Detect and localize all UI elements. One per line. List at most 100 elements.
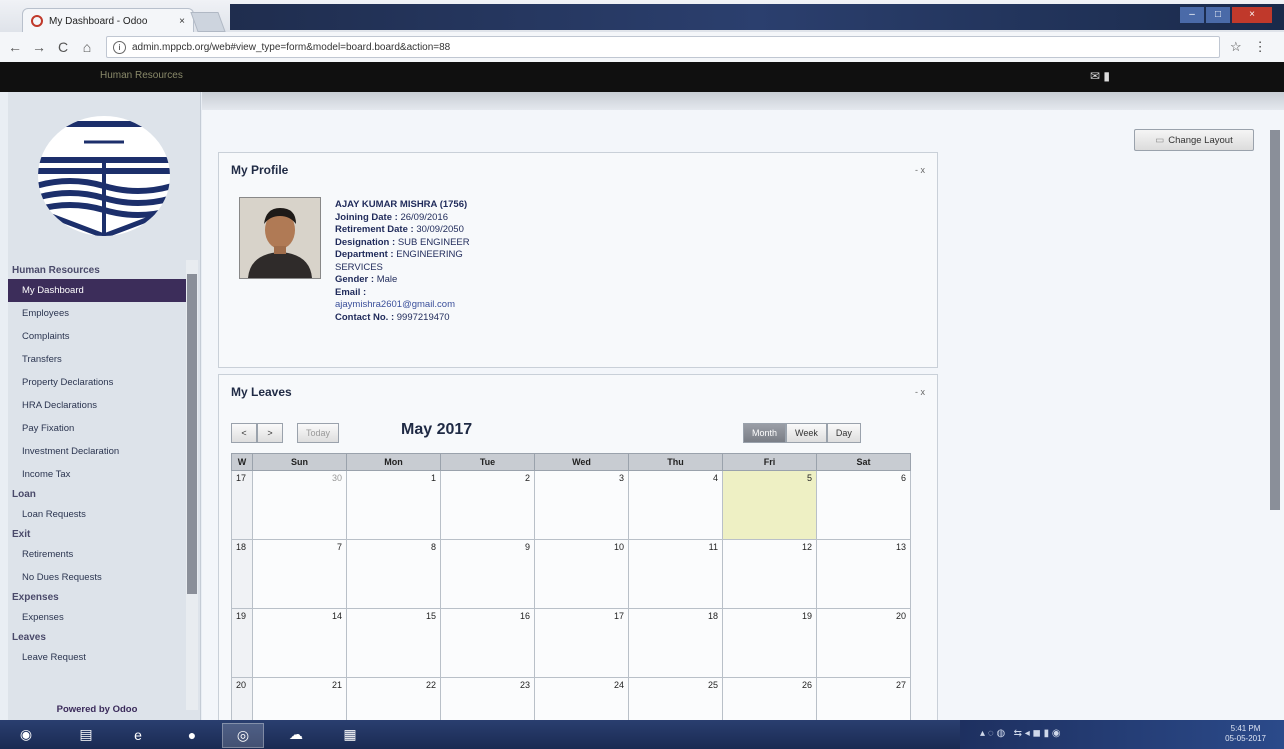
- calculator-icon[interactable]: ▦: [330, 723, 370, 746]
- sidebar-scrollbar[interactable]: [186, 260, 198, 710]
- home-icon[interactable]: ⌂: [78, 39, 96, 55]
- chrome-icon[interactable]: ◎: [222, 723, 264, 748]
- bookmark-star-icon[interactable]: ☆: [1230, 39, 1242, 55]
- calendar-day-cell[interactable]: 11: [628, 539, 723, 609]
- firefox-icon[interactable]: ●: [172, 723, 212, 746]
- calendar-day-cell[interactable]: 8: [346, 539, 441, 609]
- powered-by-odoo[interactable]: Powered by Odoo: [8, 704, 186, 715]
- back-icon[interactable]: ←: [6, 39, 24, 55]
- calendar-day-cell[interactable]: 16: [440, 608, 535, 678]
- sidebar-item-complaints[interactable]: Complaints: [8, 325, 186, 348]
- sidebar-item-retirements[interactable]: Retirements: [8, 543, 186, 566]
- main-scrollbar[interactable]: [1268, 120, 1282, 520]
- main-content: ▭ Change Layout My Profile - x AJAY KUMA…: [202, 92, 1284, 726]
- employee-photo: [239, 197, 321, 279]
- calendar-day-cell-today[interactable]: 5: [722, 470, 817, 540]
- my-profile-panel: My Profile - x AJAY KUMAR MISHRA (1756) …: [218, 152, 938, 368]
- close-window-icon[interactable]: ×: [1232, 7, 1272, 23]
- view-week-button[interactable]: Week: [786, 423, 827, 443]
- site-info-icon[interactable]: i: [113, 40, 126, 54]
- top-menu-human-resources[interactable]: Human Resources: [100, 70, 183, 81]
- sidebar-item-my-dashboard[interactable]: My Dashboard: [8, 279, 186, 302]
- calendar-day-cell[interactable]: 1: [346, 470, 441, 540]
- forward-icon[interactable]: →: [30, 39, 48, 55]
- calendar-day-cell[interactable]: 10: [534, 539, 629, 609]
- my-profile-title: My Profile: [231, 163, 289, 177]
- sidebar-item-hra-declarations[interactable]: HRA Declarations: [8, 394, 186, 417]
- sidebar-scrollbar-thumb[interactable]: [187, 274, 197, 594]
- calendar-day-cell[interactable]: 6: [816, 470, 911, 540]
- calendar-day-cell[interactable]: 3: [534, 470, 629, 540]
- calendar-day-cell[interactable]: 7: [252, 539, 347, 609]
- panel-controls[interactable]: - x: [915, 165, 925, 175]
- calendar-day-cell[interactable]: 19: [722, 608, 817, 678]
- sidebar-item-transfers[interactable]: Transfers: [8, 348, 186, 371]
- calendar-day-cell[interactable]: 17: [534, 608, 629, 678]
- calendar-day-cell[interactable]: 26: [722, 677, 817, 723]
- internet-explorer-icon[interactable]: e: [118, 723, 158, 746]
- day-header-wed: Wed: [534, 453, 629, 471]
- calendar-day-cell[interactable]: 25: [628, 677, 723, 723]
- browser-tab[interactable]: My Dashboard - Odoo ×: [22, 8, 194, 33]
- network-app-icon[interactable]: ☁: [276, 723, 316, 746]
- sidebar-section-human-resources: Human Resources: [12, 265, 100, 276]
- main-scrollbar-thumb[interactable]: [1270, 130, 1280, 510]
- calendar-day-cell[interactable]: 18: [628, 608, 723, 678]
- prev-month-button[interactable]: <: [231, 423, 257, 443]
- start-button-icon[interactable]: ◉: [6, 723, 46, 746]
- today-button[interactable]: Today: [297, 423, 339, 443]
- new-tab-button[interactable]: [190, 12, 226, 32]
- sidebar-item-property-declarations[interactable]: Property Declarations: [8, 371, 186, 394]
- sidebar-item-loan-requests[interactable]: Loan Requests: [8, 503, 186, 526]
- tray-icons[interactable]: ▴ ◌ ◍ ⇆ ◂ ◼ ▮ ◉: [980, 728, 1061, 739]
- app-top-bar: Human Resources ✉ ▮: [0, 62, 1284, 92]
- sidebar-item-income-tax[interactable]: Income Tax: [8, 463, 186, 486]
- next-month-button[interactable]: >: [257, 423, 283, 443]
- sidebar-item-no-dues-requests[interactable]: No Dues Requests: [8, 566, 186, 589]
- change-layout-button[interactable]: ▭ Change Layout: [1134, 129, 1254, 151]
- panel-controls[interactable]: - x: [915, 387, 925, 397]
- file-explorer-icon[interactable]: ▤: [66, 723, 106, 746]
- day-header-sun: Sun: [252, 453, 347, 471]
- calendar-week-row: 18 7 8 9 10 11 12 13: [231, 539, 911, 609]
- sidebar-item-pay-fixation[interactable]: Pay Fixation: [8, 417, 186, 440]
- address-bar-row: ← → C ⌂ i admin.mppcb.org/web#view_type=…: [0, 32, 1284, 63]
- calendar-week-row: 20 21 22 23 24 25 26 27: [231, 677, 911, 723]
- sidebar-item-employees[interactable]: Employees: [8, 302, 186, 325]
- calendar-day-cell[interactable]: 23: [440, 677, 535, 723]
- calendar-day-cell[interactable]: 2: [440, 470, 535, 540]
- day-header-sat: Sat: [816, 453, 911, 471]
- sidebar-item-leave-request[interactable]: Leave Request: [8, 646, 186, 669]
- url-input[interactable]: i admin.mppcb.org/web#view_type=form&mod…: [106, 36, 1220, 58]
- view-month-button[interactable]: Month: [743, 423, 787, 443]
- calendar-day-cell[interactable]: 30: [252, 470, 347, 540]
- clock[interactable]: 5:41 PM 05-05-2017: [1225, 724, 1266, 744]
- reload-icon[interactable]: C: [54, 39, 72, 55]
- calendar-day-cell[interactable]: 14: [252, 608, 347, 678]
- calendar-day-cell[interactable]: 27: [816, 677, 911, 723]
- email-link[interactable]: ajaymishra2601@gmail.com: [335, 299, 505, 312]
- browser-menu-icon[interactable]: ⋮: [1254, 39, 1267, 55]
- calendar-day-cell[interactable]: 21: [252, 677, 347, 723]
- calendar-day-cell[interactable]: 22: [346, 677, 441, 723]
- calendar-day-cell[interactable]: 9: [440, 539, 535, 609]
- maximize-icon[interactable]: □: [1206, 7, 1230, 23]
- sidebar-item-investment-declaration[interactable]: Investment Declaration: [8, 440, 186, 463]
- view-day-button[interactable]: Day: [826, 423, 861, 443]
- sidebar-section-loan: Loan: [12, 489, 36, 500]
- week-header: W: [231, 453, 253, 471]
- tab-close-icon[interactable]: ×: [179, 16, 185, 27]
- calendar-day-cell[interactable]: 13: [816, 539, 911, 609]
- calendar-day-cell[interactable]: 24: [534, 677, 629, 723]
- sidebar-item-expenses[interactable]: Expenses: [8, 606, 186, 629]
- calendar-day-cell[interactable]: 15: [346, 608, 441, 678]
- email-label: Email :: [335, 286, 367, 298]
- user-menu-icons[interactable]: ✉ ▮: [1090, 69, 1110, 83]
- calendar-day-cell[interactable]: 12: [722, 539, 817, 609]
- minimize-icon[interactable]: –: [1180, 7, 1204, 23]
- mppcb-logo: [38, 116, 170, 236]
- calendar-day-cell[interactable]: 20: [816, 608, 911, 678]
- layout-icon: ▭: [1155, 134, 1165, 146]
- calendar-header-row: W Sun Mon Tue Wed Thu Fri Sat: [231, 453, 911, 471]
- calendar-day-cell[interactable]: 4: [628, 470, 723, 540]
